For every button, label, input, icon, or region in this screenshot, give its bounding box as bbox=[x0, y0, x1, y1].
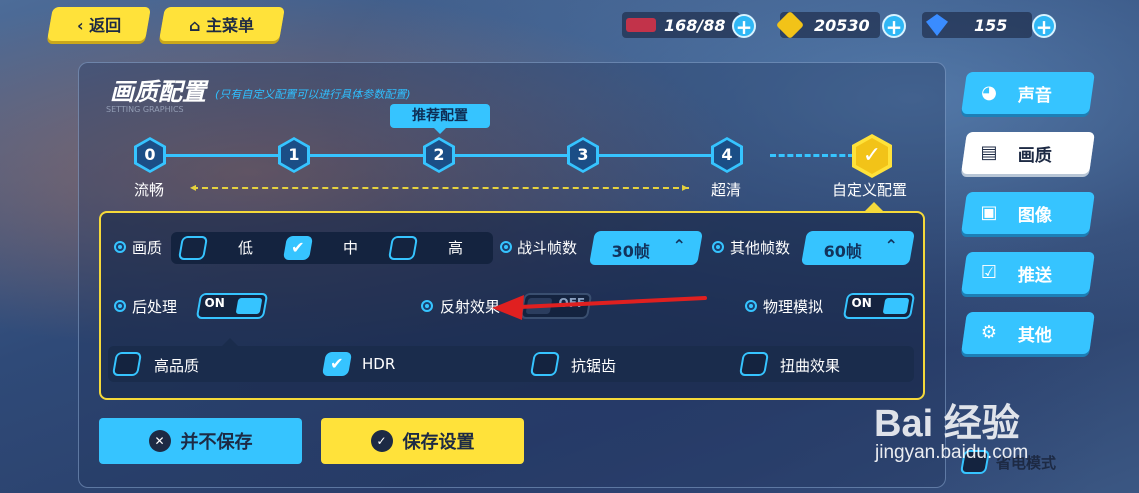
baidu-watermark-url: jingyan.baidu.com bbox=[875, 442, 1029, 463]
save-label: 保存设置 bbox=[402, 432, 475, 453]
side-tab-quality[interactable]: ▤ 画质 bbox=[961, 132, 1095, 174]
baidu-watermark: Bai 经验 bbox=[874, 403, 1020, 445]
side-tab-sound[interactable]: ◕ 声音 bbox=[961, 72, 1095, 114]
side-tab-push-label: 推送 bbox=[1018, 265, 1052, 286]
discard-label: 并不保存 bbox=[180, 432, 253, 453]
image-icon: ▣ bbox=[980, 202, 998, 223]
gear-icon: ⚙ bbox=[980, 322, 998, 343]
save-button[interactable]: ✓ 保存设置 bbox=[321, 418, 524, 464]
side-tab-image-label: 图像 bbox=[1018, 205, 1052, 226]
side-tab-other[interactable]: ⚙ 其他 bbox=[961, 312, 1095, 354]
push-icon: ☑ bbox=[980, 262, 998, 283]
side-tab-sound-label: 声音 bbox=[1018, 85, 1052, 106]
side-tab-image[interactable]: ▣ 图像 bbox=[961, 192, 1095, 234]
sound-icon: ◕ bbox=[981, 82, 997, 103]
quality-icon: ▤ bbox=[980, 142, 998, 163]
side-tab-quality-label: 画质 bbox=[1018, 145, 1052, 166]
side-tab-other-label: 其他 bbox=[1018, 325, 1052, 346]
close-icon: ✕ bbox=[148, 430, 171, 452]
discard-button[interactable]: ✕ 并不保存 bbox=[99, 418, 302, 464]
shield-check-icon: ✓ bbox=[370, 430, 393, 452]
side-tab-push[interactable]: ☑ 推送 bbox=[961, 252, 1095, 294]
